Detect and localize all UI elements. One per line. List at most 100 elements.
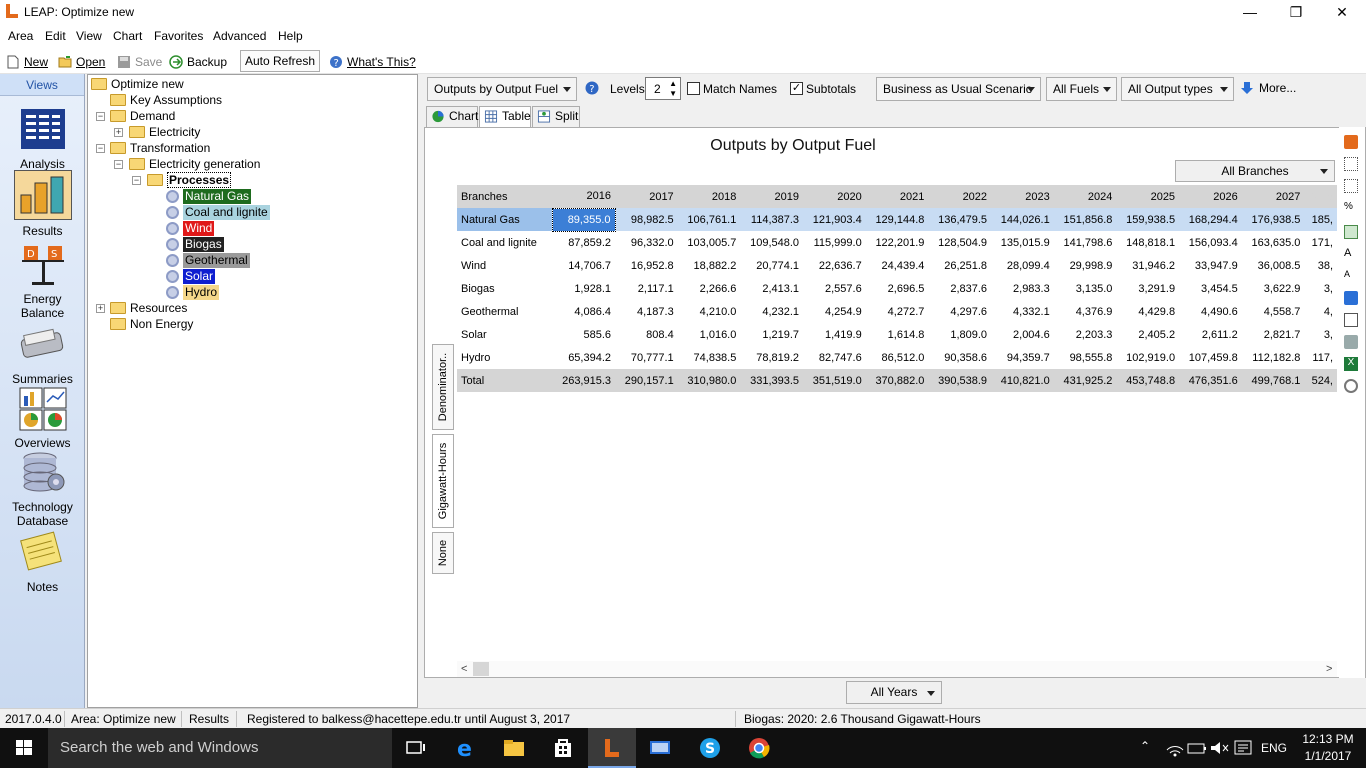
match-names-checkbox[interactable]	[687, 82, 700, 95]
table-cell[interactable]: 4,272.7	[866, 300, 929, 323]
network-icon[interactable]	[1163, 736, 1187, 760]
view-results[interactable]: Results	[0, 170, 85, 238]
table-cell[interactable]: 28,099.4	[991, 254, 1054, 277]
table-cell[interactable]: 1,809.0	[928, 323, 991, 346]
table-cell[interactable]: 1,219.7	[740, 323, 803, 346]
table-cell[interactable]: 36,008.5	[1242, 254, 1305, 277]
restore-button[interactable]: ❐	[1273, 0, 1319, 24]
start-button[interactable]	[0, 728, 48, 768]
table-cell[interactable]: 114,387.3	[740, 208, 804, 231]
tree-resources[interactable]: Resources	[110, 300, 187, 316]
scroll-left-icon[interactable]: <	[461, 661, 467, 677]
table-cell[interactable]: 96,332.0	[615, 231, 678, 254]
edge-browser-icon[interactable]: e	[454, 736, 478, 760]
header-year[interactable]: 2022	[928, 185, 992, 208]
output-types-select[interactable]: All Output types	[1121, 77, 1234, 101]
spin-down-icon[interactable]: ▼	[669, 89, 677, 98]
table-cell[interactable]: 16,952.8	[615, 254, 678, 277]
tree-process-item[interactable]: Biogas	[166, 236, 224, 252]
table-cell[interactable]: 4,210.0	[678, 300, 741, 323]
table-cell[interactable]: 135,015.9	[991, 231, 1054, 254]
table-cell[interactable]: 4,429.8	[1116, 300, 1179, 323]
table-cell[interactable]: 18,882.2	[678, 254, 741, 277]
table-cell[interactable]: 331,393.5	[740, 369, 804, 392]
tree-process-item[interactable]: Natural Gas	[166, 188, 252, 204]
table-cell[interactable]: 33,947.9	[1179, 254, 1242, 277]
row-branch-name[interactable]: Wind	[457, 254, 552, 277]
table-cell[interactable]: 109,548.0	[740, 231, 803, 254]
table-cell[interactable]: 129,144.8	[865, 208, 929, 231]
row-branch-name[interactable]: Natural Gas	[457, 208, 553, 231]
header-year[interactable]: 2025	[1116, 185, 1180, 208]
row-branch-name[interactable]: Total	[457, 369, 553, 392]
table-cell[interactable]: 2,611.2	[1179, 323, 1242, 346]
store-icon[interactable]	[551, 736, 575, 760]
table-row[interactable]: Hydro 65,394.2 70,777.1 74,838.5 78,819.2 82,…	[457, 346, 1337, 369]
collapse-transformation-icon[interactable]: −	[96, 144, 105, 153]
table-cell[interactable]: 112,182.8	[1242, 346, 1305, 369]
table-cell[interactable]: 115,999.0	[803, 231, 866, 254]
table-cell[interactable]: 31,946.2	[1116, 254, 1179, 277]
subtotals-checkbox[interactable]: ✓	[790, 82, 803, 95]
horizontal-scrollbar[interactable]: < >	[457, 661, 1337, 677]
table-cell[interactable]: 122,201.9	[866, 231, 929, 254]
collapse-electricity-generation-icon[interactable]: −	[114, 160, 123, 169]
tree-process-item[interactable]: Solar	[166, 268, 216, 284]
table-cell[interactable]: 2,413.1	[740, 277, 803, 300]
chart-icon[interactable]	[1344, 291, 1358, 305]
tree-root[interactable]: Optimize new	[91, 76, 184, 92]
table-cell[interactable]: 128,504.9	[928, 231, 991, 254]
table-row[interactable]: Solar 585.6 808.4 1,016.0 1,219.7 1,419.9 1,61…	[457, 323, 1337, 346]
table-cell[interactable]: 89,355.0	[551, 207, 616, 232]
table-cell[interactable]: 29,998.9	[1054, 254, 1117, 277]
view-technology-database[interactable]: Technology Database	[0, 450, 85, 528]
input-language[interactable]: ENG	[1261, 741, 1287, 768]
new-button[interactable]: New	[6, 52, 48, 72]
chrome-icon[interactable]	[747, 736, 771, 760]
table-row[interactable]: Natural Gas 89,355.0 98,982.5 106,761.1 114,…	[457, 207, 1337, 232]
auto-refresh-button[interactable]: Auto Refresh	[240, 50, 320, 72]
remote-desktop-icon[interactable]	[648, 736, 672, 760]
branches-select[interactable]: All Branches	[1175, 160, 1335, 182]
spin-up-icon[interactable]: ▲	[669, 79, 677, 88]
table-cell[interactable]: 4,254.9	[803, 300, 866, 323]
tab-split[interactable]: Split	[532, 106, 580, 127]
table-cell[interactable]: 74,838.5	[678, 346, 741, 369]
table-cell[interactable]: 98,555.8	[1054, 346, 1117, 369]
table-cell[interactable]: 351,519.0	[803, 369, 866, 392]
table-cell[interactable]: 1,419.9	[803, 323, 866, 346]
table-cell[interactable]: 2,557.6	[803, 277, 866, 300]
denominator-tab[interactable]: Denominator..	[432, 344, 454, 430]
table-cell[interactable]: 94,359.7	[991, 346, 1054, 369]
table-cell[interactable]: 87,859.2	[552, 231, 615, 254]
header-year[interactable]: 2021	[865, 185, 929, 208]
table-cell[interactable]: 176,938.5	[1241, 208, 1305, 231]
table-cell[interactable]: 390,538.9	[928, 369, 992, 392]
settings-wrench-icon[interactable]	[1344, 379, 1358, 393]
tree-processes[interactable]: Processes	[147, 172, 232, 188]
row-branch-name[interactable]: Coal and lignite	[457, 231, 552, 254]
view-analysis[interactable]: Analysis	[0, 107, 85, 171]
table-cell[interactable]: 156,093.4	[1179, 231, 1242, 254]
table-cell[interactable]: 3,135.0	[1054, 277, 1117, 300]
table-cell[interactable]: 453,748.8	[1116, 369, 1180, 392]
file-explorer-icon[interactable]	[502, 736, 526, 760]
table-cell[interactable]: 102,919.0	[1116, 346, 1179, 369]
table-cell[interactable]: 65,394.2	[552, 346, 615, 369]
table-cell[interactable]: 431,925.2	[1053, 369, 1117, 392]
tree-process-item[interactable]: Hydro	[166, 284, 220, 300]
table-row[interactable]: Wind 14,706.7 16,952.8 18,882.2 20,774.1 22,6…	[457, 254, 1337, 277]
whats-this-button[interactable]: ? What's This?	[329, 52, 416, 72]
tree-non-energy[interactable]: Non Energy	[110, 316, 193, 332]
clock-date[interactable]: 1/1/2017	[1300, 749, 1356, 768]
tree-process-item[interactable]: Wind	[166, 220, 215, 236]
table-cell[interactable]: 2,266.6	[678, 277, 741, 300]
font-larger-icon[interactable]: A	[1344, 247, 1358, 261]
save-button[interactable]: Save	[117, 52, 162, 72]
years-select[interactable]: All Years	[846, 681, 942, 704]
table-cell[interactable]: 2,405.2	[1116, 323, 1179, 346]
table-cell[interactable]: 159,938.5	[1116, 208, 1180, 231]
table-cell[interactable]: 524,	[1304, 369, 1337, 392]
menu-favorites[interactable]: Favorites	[154, 29, 203, 43]
tab-table[interactable]: Table	[479, 106, 531, 128]
